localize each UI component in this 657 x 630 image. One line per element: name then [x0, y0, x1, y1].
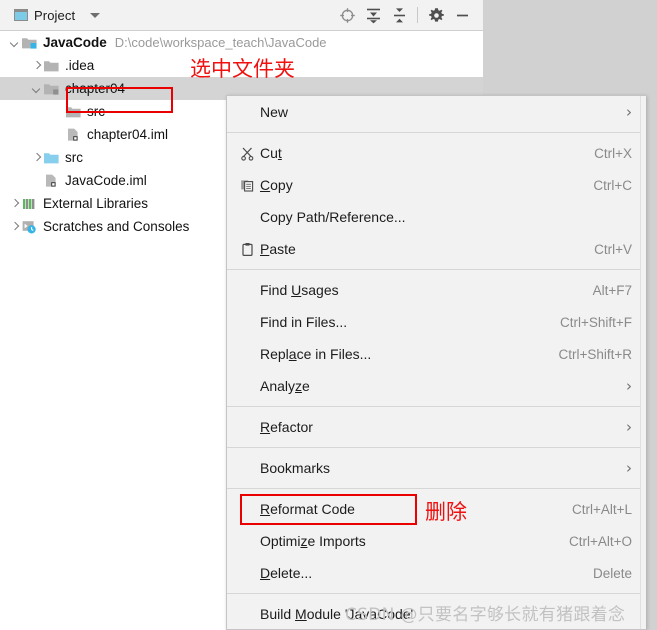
scissors-icon — [240, 146, 260, 161]
external-libraries-icon — [21, 196, 38, 211]
menu-item-optimize-imports[interactable]: Optimize Imports Ctrl+Alt+O — [227, 525, 646, 557]
tree-node-label: chapter04 — [65, 81, 126, 96]
tree-node-label: .idea — [65, 58, 95, 73]
menu-item-find-in-files[interactable]: Find in Files... Ctrl+Shift+F — [227, 306, 646, 338]
menu-separator — [227, 488, 646, 489]
chevron-right-icon: › — [626, 102, 632, 121]
menu-item-label: Refactor — [260, 419, 313, 435]
chevron-right-icon: › — [626, 458, 632, 477]
chevron-right-icon[interactable] — [10, 221, 21, 232]
menu-item-accelerator: Ctrl+Shift+R — [558, 346, 632, 362]
annotation-select-folder: 选中文件夹 — [190, 57, 295, 81]
copy-icon — [240, 178, 260, 193]
menu-item-label: Find in Files... — [260, 314, 348, 330]
tree-node-label: src — [65, 150, 83, 165]
toolwindow-actions — [334, 0, 483, 30]
menu-item-accelerator: Ctrl+Shift+F — [559, 314, 632, 330]
toolbar-separator — [417, 7, 418, 23]
source-folder-icon — [43, 150, 60, 165]
menu-item-analyze[interactable]: Analyze › — [227, 370, 646, 402]
menu-item-label: Cut — [260, 145, 282, 161]
menu-item-refactor[interactable]: Refactor › — [227, 411, 646, 443]
menu-item-accelerator: Ctrl+V — [594, 241, 632, 257]
project-module-icon — [21, 35, 38, 50]
tree-node-label: Scratches and Consoles — [43, 219, 190, 234]
menu-item-label: Bookmarks — [260, 460, 331, 476]
menu-item-bookmarks[interactable]: Bookmarks › — [227, 452, 646, 484]
menu-item-accelerator: Delete — [592, 565, 632, 581]
menu-item-replace-in-files[interactable]: Replace in Files... Ctrl+Shift+R — [227, 338, 646, 370]
menu-item-accelerator: Ctrl+Alt+L — [571, 501, 632, 517]
chevron-right-icon[interactable] — [10, 198, 21, 209]
paste-icon — [240, 242, 260, 257]
menu-item-cut[interactable]: Cut Ctrl+X — [227, 137, 646, 169]
chevron-right-icon: › — [626, 417, 632, 436]
menu-item-label: Analyze — [260, 378, 310, 394]
menu-item-accelerator: Ctrl+Alt+O — [568, 533, 632, 549]
tree-node-label: JavaCode — [43, 35, 107, 50]
menu-item-accelerator: Alt+F7 — [592, 282, 632, 298]
chevron-right-icon[interactable] — [32, 60, 43, 71]
expand-all-icon[interactable] — [360, 3, 386, 27]
annotation-delete: 删除 — [425, 500, 467, 524]
menu-item-new[interactable]: New › — [227, 96, 646, 128]
menu-item-find-usages[interactable]: Find Usages Alt+F7 — [227, 274, 646, 306]
csdn-watermark: CSDN @只要名字够长就有猪跟着念 — [345, 605, 626, 625]
menu-item-label: Find Usages — [260, 282, 339, 298]
menu-separator — [227, 269, 646, 270]
tree-node-label: JavaCode.iml — [65, 173, 147, 188]
tree-node-javacode[interactable]: JavaCode D:\code\workspace_teach\JavaCod… — [0, 31, 483, 54]
menu-item-copy-path-reference[interactable]: Copy Path/Reference... — [227, 201, 646, 233]
context-menu[interactable]: New › Cut Ctrl+X Copy Ctrl+C Copy Path/R… — [226, 95, 646, 630]
tree-node-path: D:\code\workspace_teach\JavaCode — [114, 35, 327, 50]
menu-item-label: Replace in Files... — [260, 346, 372, 362]
settings-gear-icon[interactable] — [423, 3, 449, 27]
chevron-right-icon: › — [626, 376, 632, 395]
folder-icon — [43, 58, 60, 73]
iml-file-icon — [43, 173, 60, 188]
chevron-down-icon[interactable] — [90, 12, 101, 18]
menu-item-delete[interactable]: Delete... Delete — [227, 557, 646, 589]
menu-separator — [227, 447, 646, 448]
menu-item-label: Reformat Code — [260, 501, 355, 517]
project-window-icon — [14, 9, 28, 21]
menu-item-label: Copy Path/Reference... — [260, 209, 406, 225]
menu-separator — [227, 132, 646, 133]
menu-item-label: Paste — [260, 241, 296, 257]
tree-node-label: External Libraries — [43, 196, 149, 211]
menu-item-label: Copy — [260, 177, 293, 193]
menu-item-paste[interactable]: Paste Ctrl+V — [227, 233, 646, 265]
menu-item-accelerator: Ctrl+X — [594, 145, 632, 161]
collapse-all-icon[interactable] — [386, 3, 412, 27]
menu-separator — [227, 406, 646, 407]
chevron-down-icon[interactable] — [10, 37, 21, 48]
project-title-group[interactable]: Project — [14, 7, 101, 23]
menu-item-label: Delete... — [260, 565, 313, 581]
chevron-down-icon[interactable] — [32, 83, 43, 94]
scratches-consoles-icon — [21, 219, 38, 234]
locate-icon[interactable] — [334, 3, 360, 27]
project-tool-window-header: Project — [0, 0, 483, 31]
menu-item-accelerator: Ctrl+C — [593, 177, 632, 193]
iml-file-icon — [65, 127, 82, 142]
module-folder-icon — [43, 81, 60, 96]
project-title-label: Project — [34, 7, 76, 23]
folder-icon — [65, 104, 82, 119]
menu-item-label: New — [260, 104, 289, 120]
chevron-right-icon[interactable] — [32, 152, 43, 163]
hide-minimize-icon[interactable] — [449, 3, 475, 27]
menu-right-edge — [640, 96, 646, 629]
tree-node-label: chapter04.iml — [87, 127, 169, 142]
menu-item-label: Optimize Imports — [260, 533, 366, 549]
tree-node-label: src — [87, 104, 105, 119]
menu-separator — [227, 593, 646, 594]
menu-item-copy[interactable]: Copy Ctrl+C — [227, 169, 646, 201]
